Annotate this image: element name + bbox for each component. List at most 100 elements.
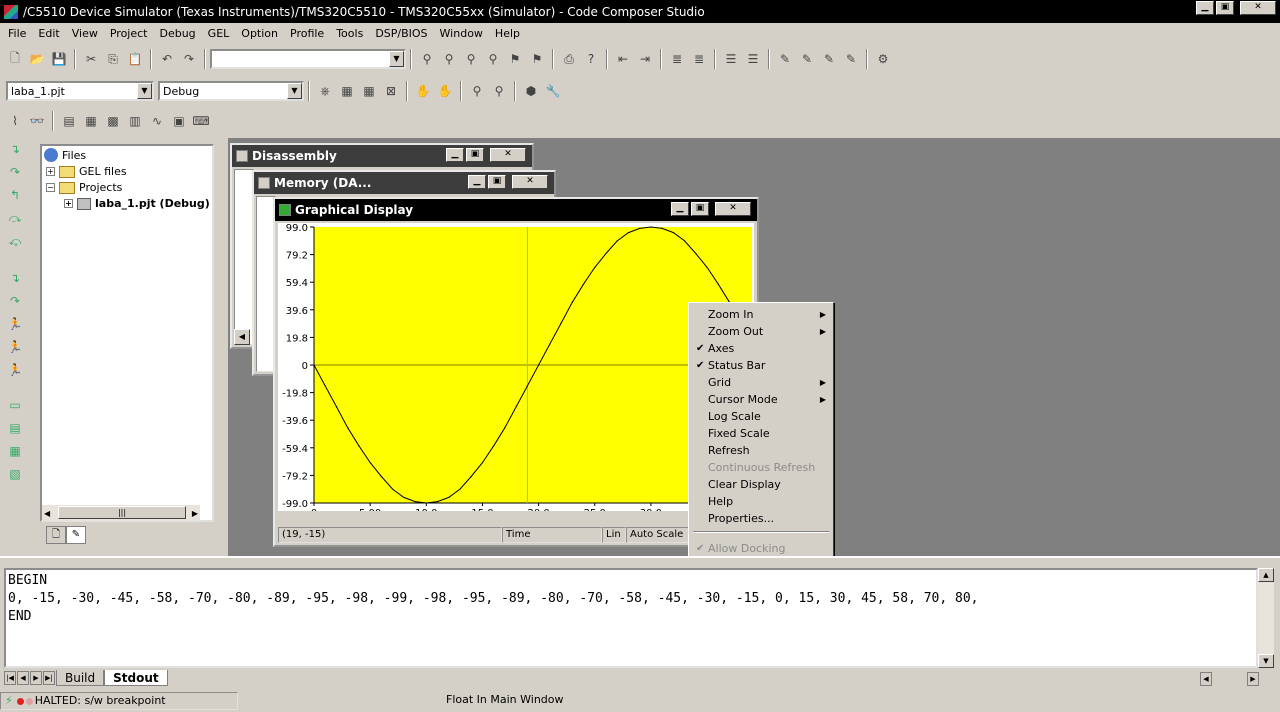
graph-plot-frame[interactable]: 99.0 79.2 59.4 39.6 19.8 0 -19.8 -39.6 -59.4 -79.… [278, 223, 754, 519]
list-right-icon[interactable]: ☰ [742, 48, 764, 70]
menu-project[interactable]: Project [104, 27, 154, 40]
maximize-button[interactable]: ▣ [1216, 1, 1234, 15]
scroll-down-icon[interactable]: ▼ [1258, 654, 1274, 668]
minimize-button[interactable]: ▁ [468, 175, 486, 189]
breakpoint-icon[interactable]: ✋ [412, 80, 434, 102]
menu-help[interactable]: Help [489, 27, 526, 40]
file-view-tab[interactable]: 🗋 [46, 526, 66, 544]
set-pc-icon[interactable]: ⤽ [4, 230, 26, 252]
step-over-icon[interactable]: ↷ [4, 161, 26, 183]
ctx-item-axes[interactable]: ✔ Axes [692, 340, 830, 357]
disassembly-titlebar[interactable]: Disassembly ▁ ▣ ✕ [232, 145, 532, 167]
ctx-item-zoom-in[interactable]: Zoom In ▶ [692, 306, 830, 323]
next-tab-icon[interactable]: ▶ [30, 671, 42, 685]
ctx-item-help[interactable]: Help [692, 493, 830, 510]
maximize-button[interactable]: ▣ [466, 148, 484, 162]
tree-project-item[interactable]: + laba_1.pjt (Debug) [64, 197, 210, 210]
rebuild-icon[interactable]: ▦ [358, 80, 380, 102]
menu-profile[interactable]: Profile [284, 27, 330, 40]
maximize-button[interactable]: ▣ [488, 175, 506, 189]
find-files-icon[interactable]: ⚲ [482, 48, 504, 70]
ctx-item-fixed-scale[interactable]: Fixed Scale [692, 425, 830, 442]
tab-build[interactable]: Build [56, 670, 105, 686]
menu-debug[interactable]: Debug [153, 27, 201, 40]
chevron-down-icon[interactable]: ▼ [287, 83, 302, 99]
graph-titlebar[interactable]: Graphical Display ▁ ▣ ✕ [275, 199, 757, 221]
print-icon[interactable]: ⎙ [558, 48, 580, 70]
scroll-right-icon[interactable]: ▶ [192, 509, 198, 518]
close-button[interactable]: ✕ [512, 175, 548, 189]
tab-stdout[interactable]: Stdout [104, 670, 168, 686]
ctx-item-status-bar[interactable]: ✔ Status Bar [692, 357, 830, 374]
context-help-icon[interactable]: ? [580, 48, 602, 70]
menu-edit[interactable]: Edit [32, 27, 65, 40]
scroll-thumb[interactable]: ||| [58, 506, 186, 519]
list-left-icon[interactable]: ☰ [720, 48, 742, 70]
first-tab-icon[interactable]: |◀ [4, 671, 16, 685]
time-graph-icon[interactable]: ∿ [146, 110, 168, 132]
watch-icon[interactable]: 👓 [26, 110, 48, 132]
run-icon[interactable]: 🏃 [4, 313, 26, 335]
collapse-icon[interactable]: − [46, 183, 55, 192]
asm-step-into-icon[interactable]: ↴ [4, 267, 26, 289]
minimize-button[interactable]: ▁ [1196, 1, 1214, 15]
probe-remove-icon[interactable]: ✎ [818, 48, 840, 70]
tree-files[interactable]: Files [44, 148, 86, 162]
menu-view[interactable]: View [66, 27, 104, 40]
undo-icon[interactable]: ↶ [156, 48, 178, 70]
step-out-icon[interactable]: ↰ [4, 184, 26, 206]
tree-projects[interactable]: − Projects [46, 181, 122, 194]
close-button[interactable]: ✕ [490, 148, 526, 162]
open-folder-icon[interactable]: 📂 [26, 48, 48, 70]
find-next-icon[interactable]: ⚲ [438, 48, 460, 70]
output-hscroll[interactable]: ◀ ▶ [1200, 672, 1260, 686]
maximize-button[interactable]: ▣ [691, 202, 709, 216]
scroll-left-icon[interactable]: ◀ [1200, 672, 1212, 686]
close-button[interactable]: ✕ [1240, 1, 1276, 15]
save-icon[interactable]: 💾 [48, 48, 70, 70]
tree-hscroll[interactable]: ◀ ||| ▶ [42, 505, 200, 521]
compile-icon[interactable]: ⎈ [314, 80, 336, 102]
find-prev-icon[interactable]: ⚲ [460, 48, 482, 70]
view-memory-icon[interactable]: ▤ [4, 417, 26, 439]
paste-icon[interactable]: 📋 [124, 48, 146, 70]
expand-icon[interactable]: + [64, 199, 73, 208]
animate-icon[interactable]: 🏃 [4, 359, 26, 381]
memory-titlebar[interactable]: Memory (DA... ▁ ▣ ✕ [254, 172, 554, 194]
menu-option[interactable]: Option [235, 27, 284, 40]
call-stack-icon[interactable]: ▥ [124, 110, 146, 132]
mixed-mode-icon[interactable]: ≣ [666, 48, 688, 70]
graph-icon[interactable]: ⌇ [4, 110, 26, 132]
outdent-icon[interactable]: ⇤ [612, 48, 634, 70]
find-icon[interactable]: ⚲ [416, 48, 438, 70]
minimize-button[interactable]: ▁ [671, 202, 689, 216]
close-button[interactable]: ✕ [715, 202, 751, 216]
probe-toggle-icon[interactable]: ✎ [796, 48, 818, 70]
menu-file[interactable]: File [2, 27, 32, 40]
bookmark-next-icon[interactable]: ⚑ [526, 48, 548, 70]
run-to-cursor-icon[interactable]: ⤼ [4, 207, 26, 229]
scroll-up-icon[interactable]: ▲ [1258, 568, 1274, 582]
disassembly-icon[interactable]: ▩ [102, 110, 124, 132]
menu-dspbios[interactable]: DSP/BIOS [369, 27, 433, 40]
stdout-text[interactable]: BEGIN 0, -15, -30, -45, -58, -70, -80, -8… [4, 568, 1258, 668]
tree-gel-files[interactable]: + GEL files [46, 165, 127, 178]
last-tab-icon[interactable]: ▶| [43, 671, 55, 685]
asm-step-over-icon[interactable]: ↷ [4, 290, 26, 312]
view-watch-icon[interactable]: ▦ [4, 440, 26, 462]
terminal-icon[interactable]: ▣ [168, 110, 190, 132]
gel-icon[interactable]: ⚙ [872, 48, 894, 70]
output-vscroll[interactable]: ▲ ▼ [1258, 568, 1274, 668]
menu-window[interactable]: Window [434, 27, 489, 40]
ctx-item-zoom-out[interactable]: Zoom Out ▶ [692, 323, 830, 340]
registers-icon[interactable]: ▤ [58, 110, 80, 132]
menu-gel[interactable]: GEL [202, 27, 236, 40]
prev-tab-icon[interactable]: ◀ [17, 671, 29, 685]
new-file-icon[interactable]: 🗋 [4, 48, 26, 70]
bookmark-icon[interactable]: ⚑ [504, 48, 526, 70]
scroll-left-icon[interactable]: ◀ [234, 329, 250, 345]
expand-icon[interactable]: + [46, 167, 55, 176]
command-icon[interactable]: ⌨ [190, 110, 212, 132]
bookmark-view-tab[interactable]: ✎ [66, 526, 86, 544]
ctx-item-clear-display[interactable]: Clear Display [692, 476, 830, 493]
